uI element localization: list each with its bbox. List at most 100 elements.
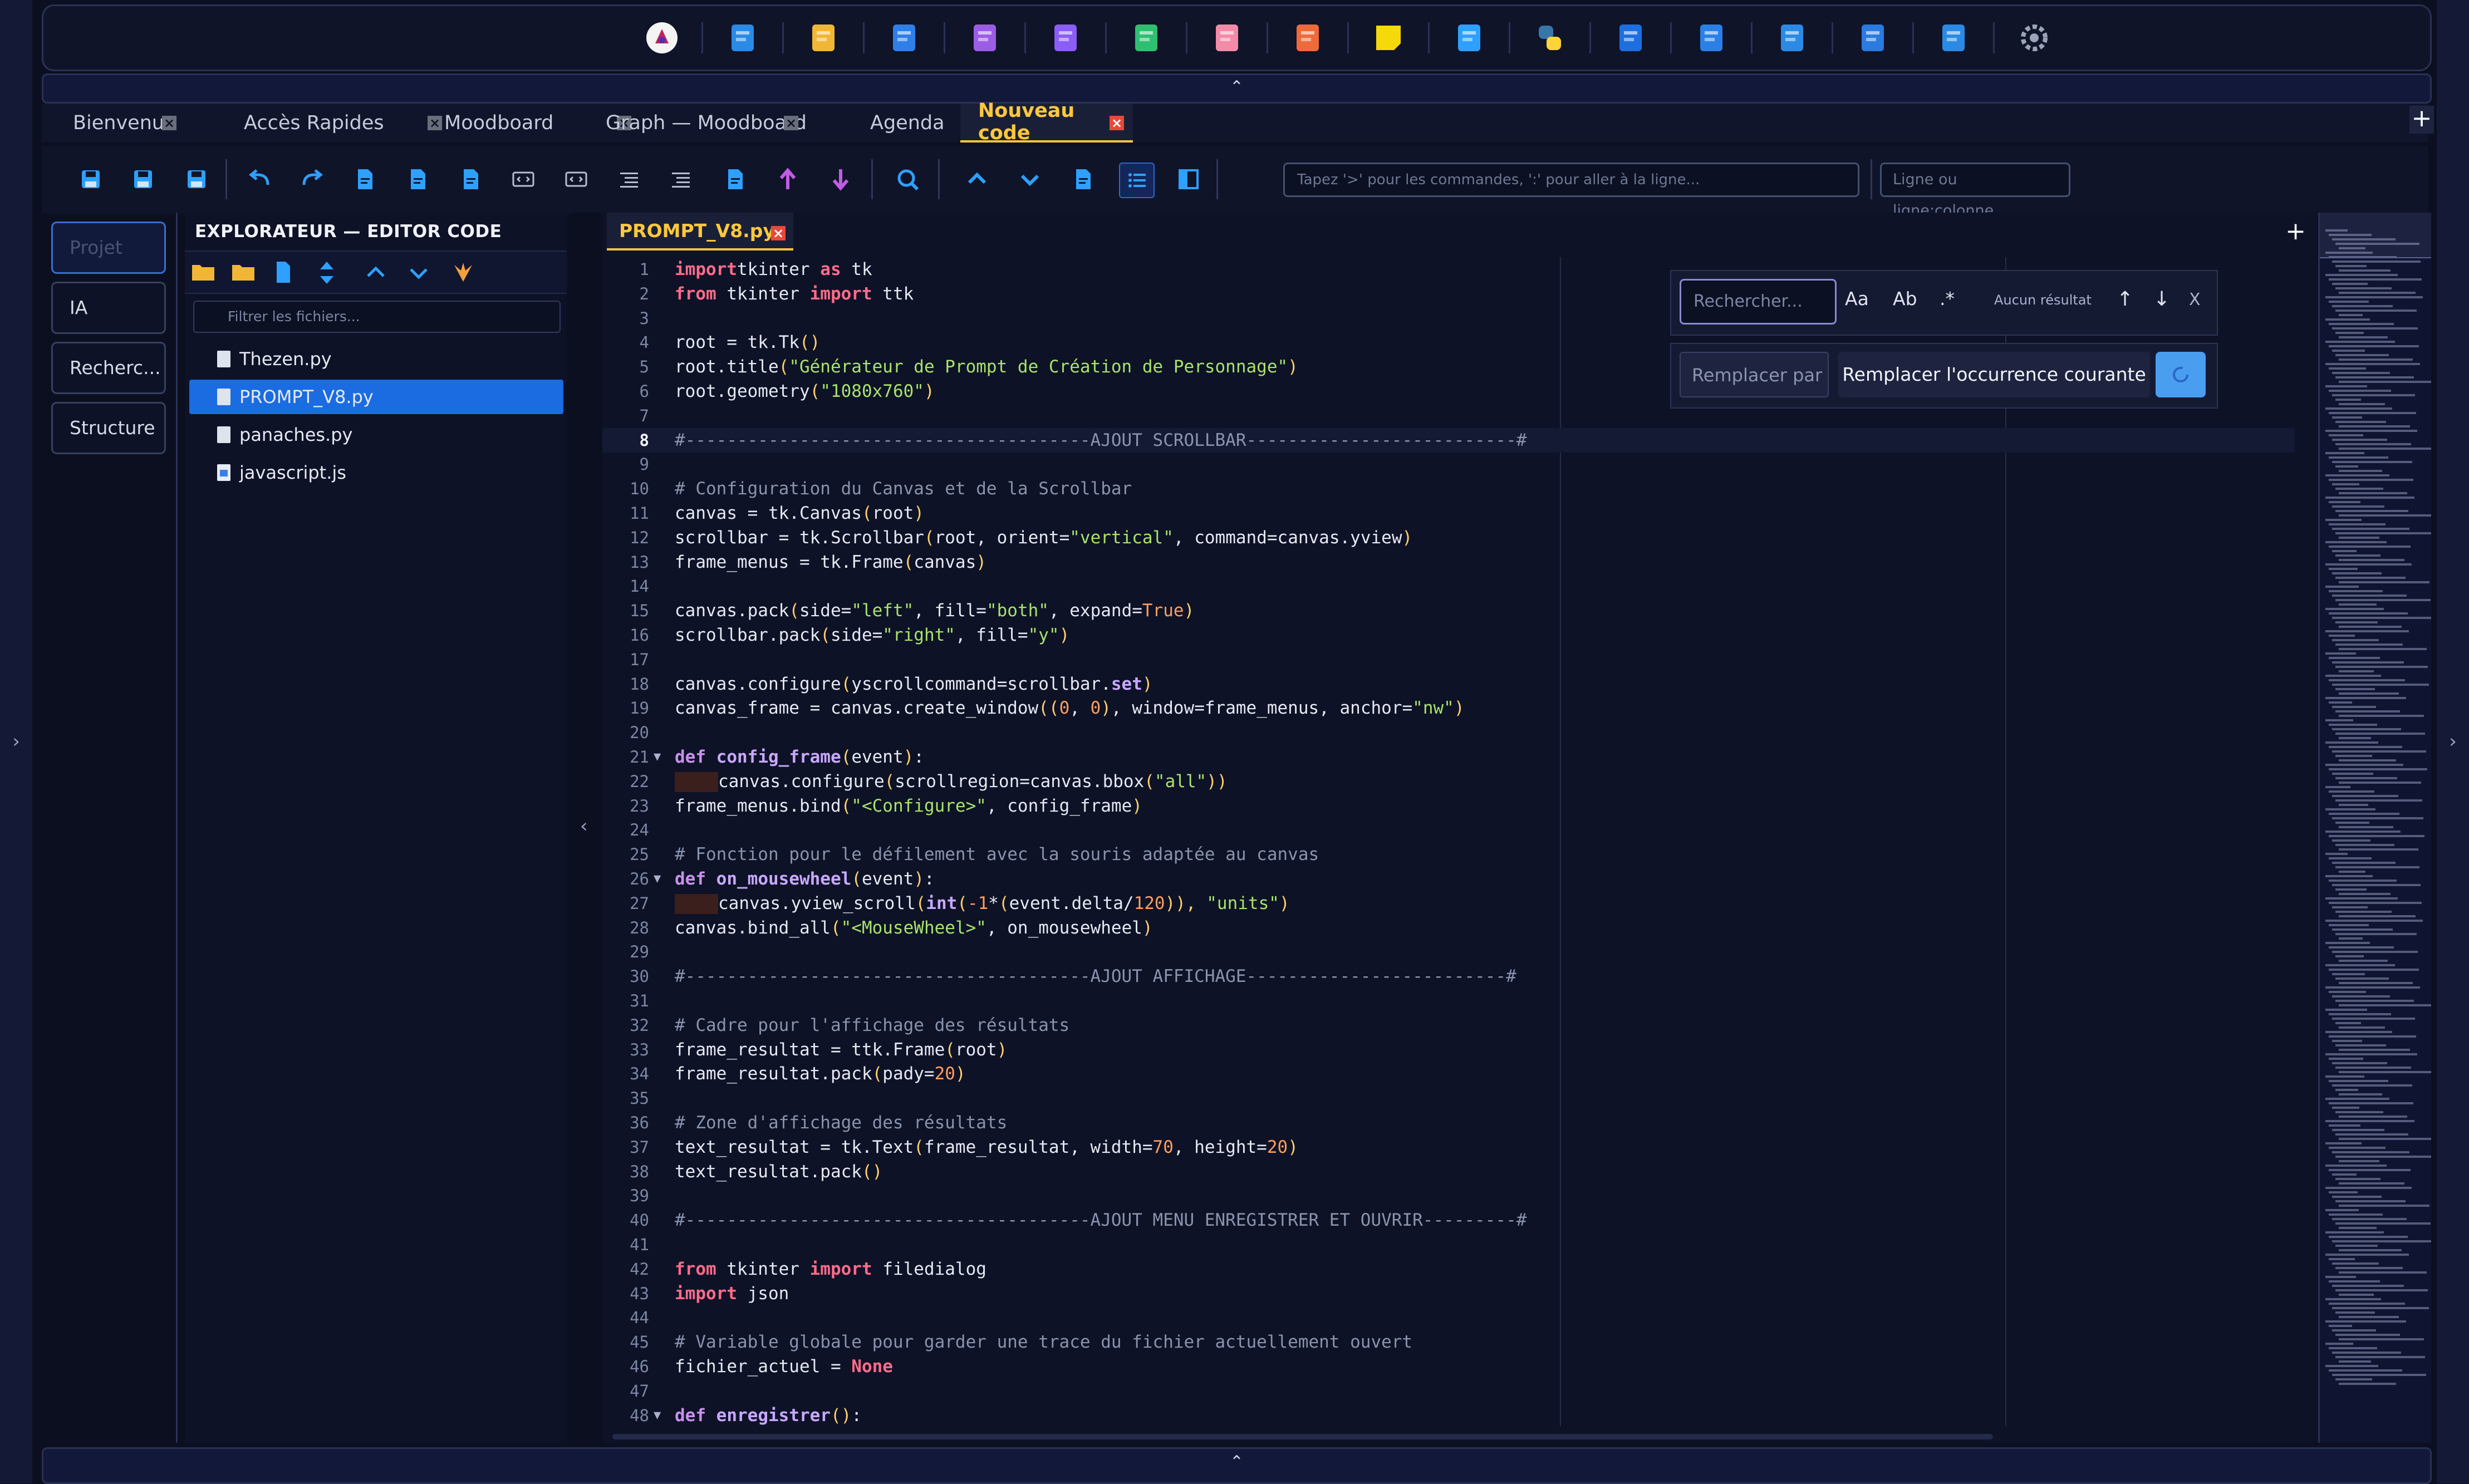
replace-current-button[interactable]: Remplacer l'occurrence courante: [1838, 352, 2150, 397]
right-collapse-rail[interactable]: ›: [2437, 0, 2469, 1483]
file-item[interactable]: javascript.js: [189, 455, 563, 490]
minimap-line: [2335, 421, 2386, 423]
fold-up-icon[interactable]: [960, 163, 994, 196]
save-as-icon[interactable]: [126, 163, 160, 196]
whole-word-toggle[interactable]: Ab: [1893, 288, 1917, 309]
command-palette-input[interactable]: Tapez '>' pour les commandes, ':' pour a…: [1283, 163, 1859, 197]
uncomment-icon[interactable]: [559, 163, 593, 196]
phoenix-icon[interactable]: [449, 259, 477, 285]
sort-icon[interactable]: [313, 259, 341, 285]
minimap-line: [2332, 572, 2382, 574]
replace-input[interactable]: Remplacer par: [1680, 352, 1829, 397]
indent-icon[interactable]: [612, 163, 646, 196]
new-file-icon[interactable]: [269, 259, 297, 285]
next-match-icon[interactable]: ↓: [2153, 288, 2170, 311]
code-lines[interactable]: 1 importtkinter as tk 2 from tkinter import…: [602, 257, 2317, 1426]
save-all-icon[interactable]: [180, 163, 213, 196]
undo-icon[interactable]: [243, 163, 277, 196]
collapse-explorer-icon[interactable]: ‹: [580, 815, 588, 837]
editor-file-tab[interactable]: PROMPT_V8.py ×: [607, 213, 793, 250]
close-tab-icon[interactable]: ×: [1110, 116, 1124, 130]
outdent-icon[interactable]: [664, 163, 698, 196]
waveform-icon[interactable]: [1612, 19, 1650, 57]
split-view-icon[interactable]: [1172, 163, 1205, 196]
previous-match-icon[interactable]: ↑: [2117, 288, 2133, 311]
close-find-button[interactable]: X: [2189, 290, 2201, 309]
file-item[interactable]: panaches.py: [189, 417, 563, 452]
top-collapse-strip[interactable]: ⌃: [42, 73, 2432, 104]
settings-icon[interactable]: [2015, 19, 2053, 57]
bottom-collapse-strip[interactable]: ⌃: [42, 1447, 2432, 1484]
tab-acc-s-rapides[interactable]: Accès Rapides ×: [228, 104, 451, 142]
nav-recherc[interactable]: Recherc...: [51, 342, 166, 394]
calendar-icon[interactable]: [885, 19, 923, 57]
collapse-all-icon[interactable]: [362, 259, 390, 285]
close-tab-icon[interactable]: ×: [784, 116, 798, 130]
app-logo-icon[interactable]: [643, 19, 681, 57]
nav-structure[interactable]: Structure: [51, 402, 166, 454]
copy-icon[interactable]: [401, 163, 434, 196]
minimap-line: [2325, 1231, 2384, 1234]
find-input[interactable]: Rechercher...: [1680, 279, 1837, 325]
fold-toggle-icon[interactable]: ▼: [654, 867, 661, 891]
goto-line-input[interactable]: Ligne ou ligne:colonne: [1880, 163, 2070, 219]
pdf-icon[interactable]: [1208, 19, 1246, 57]
minimap-viewport[interactable]: [2320, 213, 2431, 258]
code-file-icon[interactable]: [1450, 19, 1488, 57]
new-file-icon[interactable]: [718, 163, 752, 196]
tab-bienvenue[interactable]: Bienvenue ×: [57, 104, 185, 142]
open-folder-icon[interactable]: [189, 259, 217, 285]
search-icon[interactable]: [891, 163, 924, 196]
move-up-icon[interactable]: [771, 163, 804, 196]
close-tab-icon[interactable]: ×: [162, 116, 176, 130]
doc-icon[interactable]: [1047, 19, 1084, 57]
redo-icon[interactable]: [295, 163, 328, 196]
expand-left-icon[interactable]: ›: [0, 730, 32, 753]
file-item[interactable]: Thezen.py: [189, 342, 563, 376]
file-item[interactable]: PROMPT_V8.py: [189, 380, 563, 414]
save-icon[interactable]: [74, 163, 107, 196]
minimap-line: [2332, 1196, 2382, 1198]
python-icon[interactable]: [1531, 19, 1569, 57]
music-icon[interactable]: [1773, 19, 1811, 57]
xls-icon[interactable]: [1127, 19, 1165, 57]
move-down-icon[interactable]: [824, 163, 857, 196]
video-icon[interactable]: [1854, 19, 1892, 57]
window-icon[interactable]: [724, 19, 762, 57]
horizontal-scrollbar[interactable]: [612, 1434, 1993, 1439]
tab-graph-moodboard[interactable]: Graph — Moodboard ×: [590, 104, 807, 142]
tab-nouveau-code[interactable]: Nouveau code ×: [960, 100, 1133, 144]
gallery-icon[interactable]: [804, 19, 842, 57]
comment-icon[interactable]: [507, 163, 540, 196]
regex-toggle[interactable]: .*: [1940, 288, 1955, 309]
cut-icon[interactable]: [348, 163, 381, 196]
new-tab-button[interactable]: +: [2409, 106, 2434, 134]
fold-down-icon[interactable]: [1013, 163, 1047, 196]
browser-icon[interactable]: [1935, 19, 1972, 57]
image-icon[interactable]: [1692, 19, 1730, 57]
fold-toggle-icon[interactable]: ▼: [654, 745, 661, 769]
fold-toggle-icon[interactable]: ▼: [654, 1403, 661, 1428]
panel-splitter[interactable]: ‹: [572, 213, 599, 1443]
bookmark-icon[interactable]: [1066, 163, 1099, 196]
epub-icon[interactable]: [1289, 19, 1327, 57]
chevron-up-icon[interactable]: ⌃: [1230, 77, 1244, 97]
new-folder-icon[interactable]: [229, 259, 257, 285]
match-case-toggle[interactable]: Aa: [1845, 288, 1869, 309]
chevron-up-icon[interactable]: ⌃: [1230, 1452, 1244, 1472]
nav-projet[interactable]: Projet: [51, 222, 166, 274]
new-editor-tab-button[interactable]: +: [2285, 217, 2306, 245]
left-collapse-rail[interactable]: ›: [0, 0, 32, 1483]
nav-ia[interactable]: IA: [51, 282, 166, 334]
expand-right-icon[interactable]: ›: [2437, 730, 2469, 753]
list-view-icon[interactable]: [1119, 163, 1155, 198]
paste-icon[interactable]: [454, 163, 487, 196]
line-number: 25: [630, 845, 649, 864]
file-filter-input[interactable]: Filtrer les fichiers...: [193, 301, 561, 333]
expand-all-icon[interactable]: [405, 259, 433, 285]
replace-all-button[interactable]: [2156, 352, 2206, 397]
code-minimap[interactable]: [2318, 213, 2431, 1443]
close-tab-icon[interactable]: ×: [771, 226, 786, 240]
sticky-note-icon[interactable]: [1370, 19, 1407, 57]
purple-app-icon[interactable]: [966, 19, 1004, 57]
